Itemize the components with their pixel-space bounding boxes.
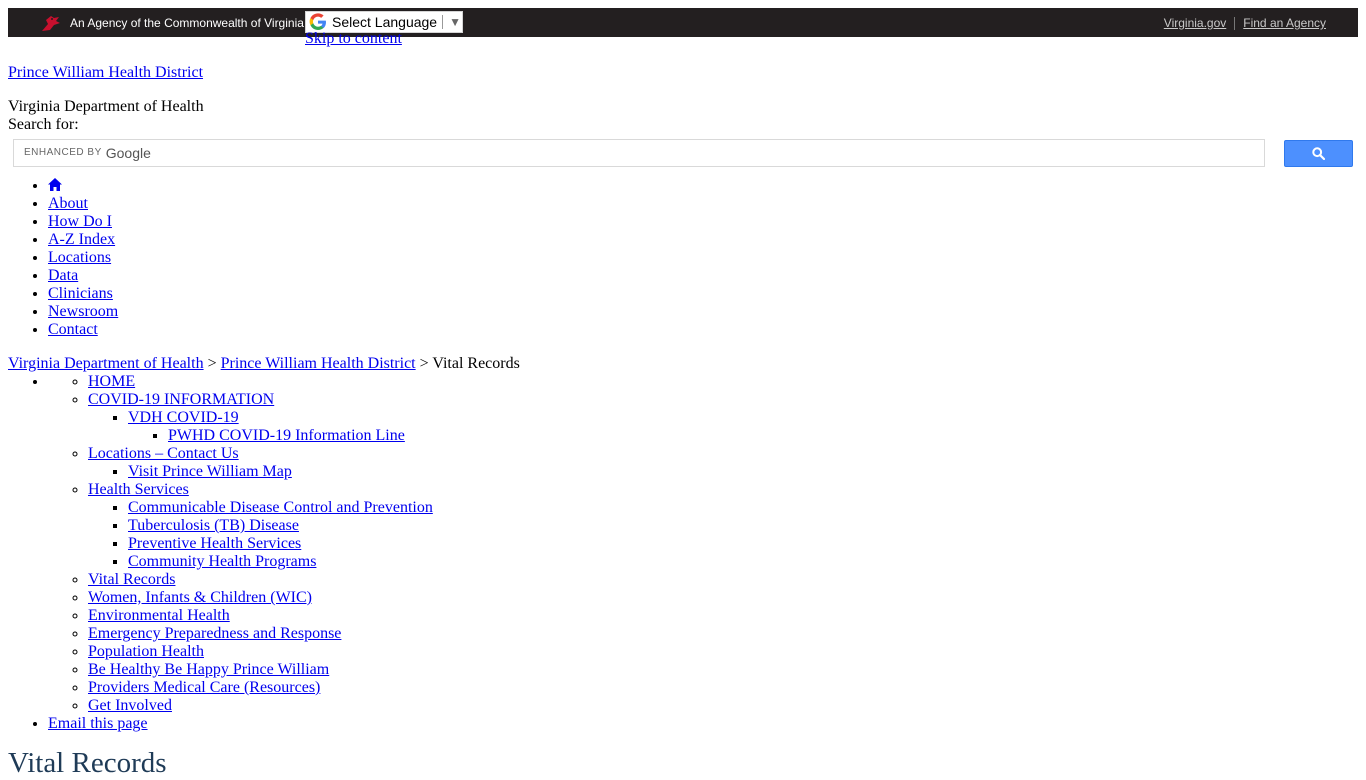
section-pwhd-covid-line-link[interactable]: PWHD COVID-19 Information Line (168, 427, 405, 444)
email-page-link[interactable]: Email this page (48, 715, 148, 732)
list-item: Health Services Communicable Disease Con… (88, 481, 433, 571)
main-nav: About How Do I A-Z Index Locations Data … (8, 177, 118, 339)
section-health-services-link[interactable]: Health Services (88, 481, 189, 498)
section-home-link[interactable]: HOME (88, 373, 135, 390)
list-item: VDH COVID-19 PWHD COVID-19 Information L… (128, 409, 433, 445)
section-environmental-health-link[interactable]: Environmental Health (88, 607, 230, 624)
nav-about-link[interactable]: About (48, 195, 88, 212)
nav-item-locations: Locations (48, 249, 118, 267)
section-preventive-health-link[interactable]: Preventive Health Services (128, 535, 301, 552)
commonwealth-bar: An Agency of the Commonwealth of Virgini… (8, 8, 1358, 37)
list-item: Emergency Preparedness and Response (88, 625, 433, 643)
find-agency-link[interactable]: Find an Agency (1243, 16, 1326, 30)
nav-item-about: About (48, 195, 118, 213)
cardinal-icon (42, 16, 60, 31)
section-tuberculosis-link[interactable]: Tuberculosis (TB) Disease (128, 517, 299, 534)
list-item: Community Health Programs (128, 553, 433, 571)
topbar-links: Virginia.gov Find an Agency (1164, 16, 1326, 30)
list-item: Preventive Health Services (128, 535, 433, 553)
vdh-logo[interactable]: Virginia Department of Health (8, 98, 204, 116)
list-item: COVID-19 INFORMATION VDH COVID-19 PWHD C… (88, 391, 433, 445)
page: An Agency of the Commonwealth of Virgini… (0, 8, 1366, 779)
section-get-involved-link[interactable]: Get Involved (88, 697, 172, 714)
nav-item-az-index: A-Z Index (48, 231, 118, 249)
list-item: HOME (88, 373, 433, 391)
breadcrumb-separator: > (207, 355, 217, 372)
breadcrumb-district-link[interactable]: Prince William Health District (221, 355, 416, 372)
list-item: Visit Prince William Map (128, 463, 433, 481)
topbar-divider (1234, 16, 1236, 30)
nav-contact-link[interactable]: Contact (48, 321, 98, 338)
agency-banner: An Agency of the Commonwealth of Virgini… (40, 14, 304, 32)
search-button[interactable] (1284, 140, 1353, 167)
list-item: Providers Medical Care (Resources) (88, 679, 433, 697)
nav-clinicians-link[interactable]: Clinicians (48, 285, 113, 302)
list-item: Vital Records (88, 571, 433, 589)
covid-sublist: VDH COVID-19 PWHD COVID-19 Information L… (88, 409, 433, 445)
language-select-label: Select Language (332, 14, 438, 30)
virginia-gov-link[interactable]: Virginia.gov (1164, 16, 1226, 30)
breadcrumb-vdh-link[interactable]: Virginia Department of Health (8, 355, 204, 372)
breadcrumb-current: Vital Records (432, 355, 520, 372)
google-g-icon (309, 13, 326, 30)
section-vital-records-link[interactable]: Vital Records (88, 571, 175, 588)
list-item: Communicable Disease Control and Prevent… (128, 499, 433, 517)
breadcrumb: Virginia Department of Health > Prince W… (8, 355, 520, 373)
section-visit-map-link[interactable]: Visit Prince William Map (128, 463, 292, 480)
search-icon (1312, 147, 1325, 160)
page-title: Vital Records (8, 747, 167, 779)
home-icon (48, 178, 62, 191)
list-item: PWHD COVID-19 Information Line (168, 427, 433, 445)
search-label: Search for: (8, 116, 79, 133)
list-item: Be Healthy Be Happy Prince William (88, 661, 433, 679)
vdh-logo-alt-text: Virginia Department of Health (8, 98, 204, 115)
list-item: Environmental Health (88, 607, 433, 625)
nav-item-how-do-i: How Do I (48, 213, 118, 231)
section-nav: HOME COVID-19 INFORMATION VDH COVID-19 P… (8, 373, 433, 733)
agency-text: An Agency of the Commonwealth of Virgini… (70, 16, 304, 30)
nav-item-newsroom: Newsroom (48, 303, 118, 321)
list-item: Population Health (88, 643, 433, 661)
chevron-down-icon: ▼ (449, 15, 461, 29)
nav-home-link[interactable] (48, 177, 62, 194)
skip-to-content-link[interactable]: Skip to content (305, 30, 402, 48)
site-title-link[interactable]: Prince William Health District (8, 64, 203, 82)
breadcrumb-separator: > (419, 355, 429, 372)
section-emergency-preparedness-link[interactable]: Emergency Preparedness and Response (88, 625, 341, 642)
list-item: Women, Infants & Children (WIC) (88, 589, 433, 607)
nav-item-contact: Contact (48, 321, 118, 339)
nav-item-clinicians: Clinicians (48, 285, 118, 303)
section-community-health-link[interactable]: Community Health Programs (128, 553, 316, 570)
vdh-covid-sublist: PWHD COVID-19 Information Line (128, 427, 433, 445)
list-item: Locations – Contact Us Visit Prince Will… (88, 445, 433, 481)
section-be-healthy-link[interactable]: Be Healthy Be Happy Prince William (88, 661, 329, 678)
search-field[interactable]: ENHANCED BY Google (13, 139, 1265, 167)
list-item: Email this page (48, 715, 433, 733)
section-population-health-link[interactable]: Population Health (88, 643, 204, 660)
language-select-divider (442, 15, 444, 29)
section-vdh-covid-link[interactable]: VDH COVID-19 (128, 409, 239, 426)
section-wic-link[interactable]: Women, Infants & Children (WIC) (88, 589, 312, 606)
list-item: Tuberculosis (TB) Disease (128, 517, 433, 535)
section-nav-list: HOME COVID-19 INFORMATION VDH COVID-19 P… (48, 373, 433, 715)
section-communicable-disease-link[interactable]: Communicable Disease Control and Prevent… (128, 499, 433, 516)
locations-sublist: Visit Prince William Map (88, 463, 433, 481)
nav-data-link[interactable]: Data (48, 267, 78, 284)
nav-item-home (48, 177, 118, 195)
nav-locations-link[interactable]: Locations (48, 249, 111, 266)
nav-az-index-link[interactable]: A-Z Index (48, 231, 115, 248)
nav-newsroom-link[interactable]: Newsroom (48, 303, 118, 320)
nav-item-data: Data (48, 267, 118, 285)
section-nav-root: HOME COVID-19 INFORMATION VDH COVID-19 P… (48, 373, 433, 715)
section-locations-link[interactable]: Locations – Contact Us (88, 445, 239, 462)
health-services-sublist: Communicable Disease Control and Prevent… (88, 499, 433, 571)
section-providers-link[interactable]: Providers Medical Care (Resources) (88, 679, 320, 696)
nav-how-do-i-link[interactable]: How Do I (48, 213, 112, 230)
section-covid-link[interactable]: COVID-19 INFORMATION (88, 391, 274, 408)
list-item: Get Involved (88, 697, 433, 715)
